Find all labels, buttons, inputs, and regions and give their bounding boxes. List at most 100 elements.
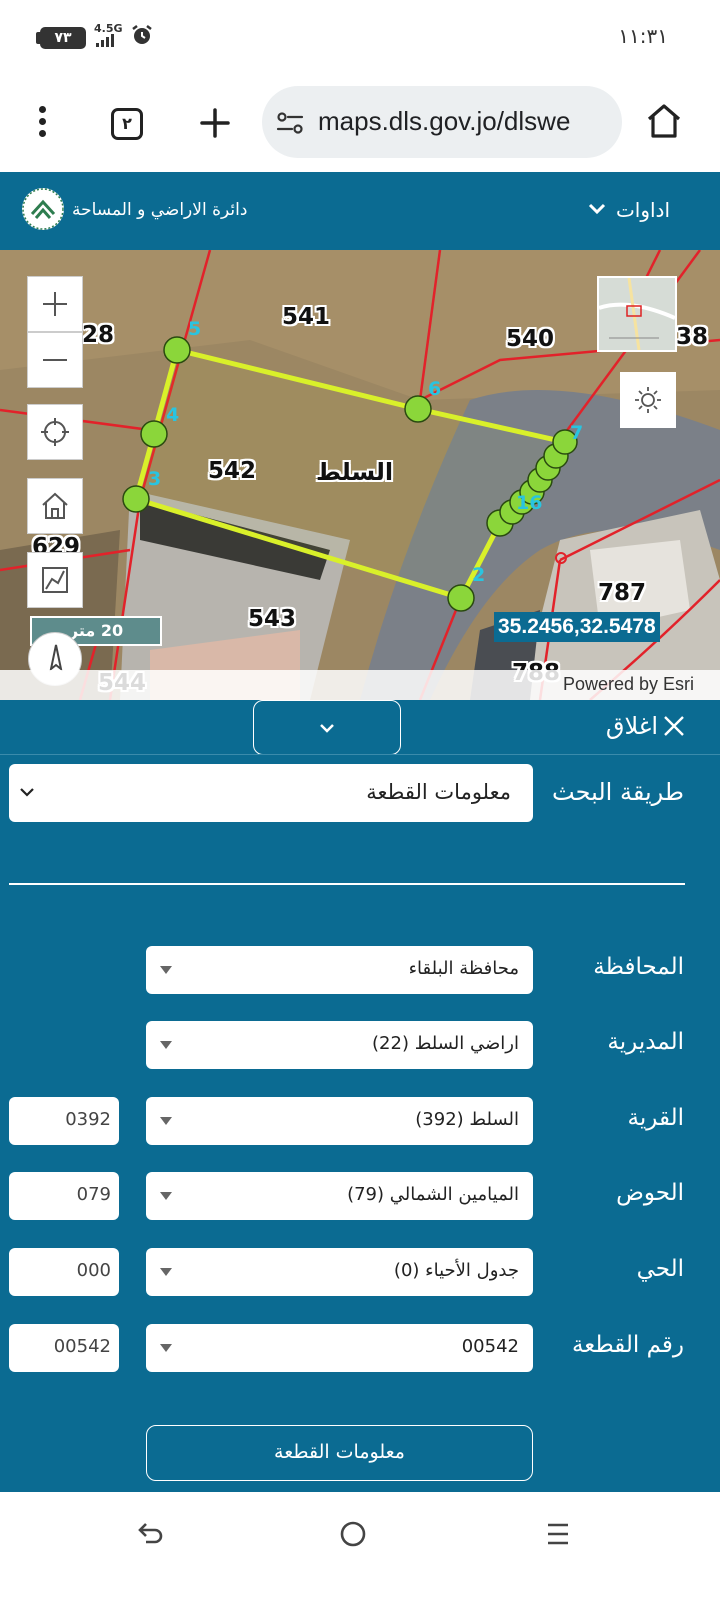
close-button[interactable]: اغلاق xyxy=(606,712,686,740)
vertex-label: 16 xyxy=(516,492,543,514)
basin-label: الحوض xyxy=(616,1180,684,1206)
sun-icon xyxy=(635,387,661,413)
dropdown-arrow-icon xyxy=(160,1192,172,1200)
status-bar: ٧٣ 4.5G ١١:٣١ xyxy=(0,0,720,72)
parcel-label: 787 xyxy=(598,580,647,606)
neighborhood-code-input[interactable]: 000 xyxy=(9,1248,119,1296)
measure-button[interactable] xyxy=(27,552,83,608)
parcel-number-label: رقم القطعة xyxy=(571,1332,684,1358)
parcel-number-value: 00542 xyxy=(461,1336,519,1357)
clock: ١١:٣١ xyxy=(618,24,668,48)
neighborhood-label: الحي xyxy=(636,1256,684,1282)
dls-logo xyxy=(22,188,64,230)
map-view[interactable]: 541 540 542 543 544 629 787 788 28 38 ال… xyxy=(0,250,720,700)
system-navigation-bar xyxy=(0,1492,720,1600)
basin-row: الحوض الميامين الشمالي (79) 079 xyxy=(0,1172,720,1222)
zoom-out-button[interactable] xyxy=(27,332,83,388)
tools-menu[interactable]: اداوات xyxy=(616,198,670,222)
parcel-label: 541 xyxy=(282,304,331,330)
coordinates-readout: 35.2456,32.5478 xyxy=(494,612,660,642)
village-row: القرية السلط (392) 0392 xyxy=(0,1097,720,1147)
vertex-label: 3 xyxy=(148,468,162,490)
chevron-down-icon[interactable] xyxy=(588,202,606,216)
parcel-label: 540 xyxy=(506,326,555,352)
collapse-panel-button[interactable] xyxy=(253,700,401,755)
esri-attribution: Powered by Esri xyxy=(562,674,694,694)
chevron-down-icon xyxy=(20,788,34,797)
parcel-label: 543 xyxy=(248,606,297,632)
parcel-label: 542 xyxy=(208,458,257,484)
home-icon xyxy=(42,492,68,519)
search-method-select[interactable]: معلومات القطعة xyxy=(9,764,533,822)
governorate-row: المحافظة محافظة البلقاء xyxy=(0,946,720,996)
basemap-toggle-button[interactable] xyxy=(620,372,676,428)
close-label: اغلاق xyxy=(605,712,658,740)
vertex-label: 4 xyxy=(166,404,180,426)
divider xyxy=(0,754,720,755)
site-settings-icon[interactable] xyxy=(276,110,304,136)
vertex-label: 7 xyxy=(570,422,584,444)
parcel-code-input[interactable]: 00542 xyxy=(9,1324,119,1372)
governorate-label: المحافظة xyxy=(593,954,684,980)
village-code-input[interactable]: 0392 xyxy=(9,1097,119,1145)
directorate-label: المديرية xyxy=(607,1029,684,1055)
parcel-code: 00542 xyxy=(53,1336,111,1357)
back-icon[interactable] xyxy=(136,1518,166,1548)
directorate-value: اراضي السلط (22) xyxy=(372,1033,519,1054)
address-bar[interactable]: maps.dls.gov.jo/dlswe xyxy=(262,86,622,158)
menu-dots-icon[interactable] xyxy=(30,106,54,142)
overview-thumbnail xyxy=(598,277,676,351)
home-extent-button[interactable] xyxy=(27,478,83,534)
home-circle-icon[interactable] xyxy=(339,1520,367,1548)
basin-code-input[interactable]: 079 xyxy=(9,1172,119,1220)
overview-map[interactable] xyxy=(597,276,677,352)
alarm-icon xyxy=(132,25,152,44)
dropdown-arrow-icon xyxy=(160,1117,172,1125)
plus-icon xyxy=(43,292,67,316)
town-label: السلط xyxy=(316,458,394,486)
governorate-select[interactable]: محافظة البلقاء xyxy=(146,946,533,994)
chevron-down-icon xyxy=(320,724,334,733)
locate-icon xyxy=(41,418,69,446)
parcel-info-button[interactable]: معلومات القطعة xyxy=(146,1425,533,1481)
dropdown-arrow-icon xyxy=(160,1041,172,1049)
divider xyxy=(9,883,685,885)
neighborhood-code: 000 xyxy=(76,1260,111,1281)
minus-icon xyxy=(43,359,67,361)
basin-value: الميامين الشمالي (79) xyxy=(347,1184,519,1205)
measure-icon xyxy=(42,567,68,593)
vertex-label: 6 xyxy=(428,378,442,400)
village-select[interactable]: السلط (392) xyxy=(146,1097,533,1145)
search-panel: اغلاق طريقة البحث معلومات القطعة المحافظ… xyxy=(0,700,720,1492)
recent-apps-icon[interactable] xyxy=(545,1520,571,1548)
basin-select[interactable]: الميامين الشمالي (79) xyxy=(146,1172,533,1220)
tabs-button[interactable]: ٢ xyxy=(111,108,143,140)
battery-level: ٧٣ xyxy=(40,27,86,49)
vertex-label: 2 xyxy=(472,564,486,586)
parcel-row: رقم القطعة 00542 00542 xyxy=(0,1324,720,1374)
dropdown-arrow-icon xyxy=(160,1344,172,1352)
village-label: القرية xyxy=(627,1105,684,1131)
attribution-bar: Powered by Esri xyxy=(0,670,720,700)
plus-icon[interactable] xyxy=(198,106,232,140)
locate-button[interactable] xyxy=(27,404,83,460)
vertex-label: 5 xyxy=(188,318,202,340)
village-code: 0392 xyxy=(65,1109,111,1130)
neighborhood-select[interactable]: جدول الأحياء (0) xyxy=(146,1248,533,1296)
url-text: maps.dls.gov.jo/dlswe xyxy=(318,106,571,136)
signal-icon xyxy=(96,33,114,47)
site-title: دائرة الاراضي و المساحة xyxy=(72,200,248,220)
dropdown-arrow-icon xyxy=(160,966,172,974)
close-icon xyxy=(664,716,684,736)
home-icon[interactable] xyxy=(646,102,682,140)
directorate-select[interactable]: اراضي السلط (22) xyxy=(146,1021,533,1069)
parcel-number-select[interactable]: 00542 xyxy=(146,1324,533,1372)
basin-code: 079 xyxy=(76,1184,111,1205)
search-method-label: طريقة البحث xyxy=(552,778,684,806)
zoom-in-button[interactable] xyxy=(27,276,83,332)
dropdown-arrow-icon xyxy=(160,1268,172,1276)
site-header: دائرة الاراضي و المساحة اداوات xyxy=(0,172,720,250)
neighborhood-row: الحي جدول الأحياء (0) 000 xyxy=(0,1248,720,1298)
directorate-row: المديرية اراضي السلط (22) xyxy=(0,1021,720,1071)
neighborhood-value: جدول الأحياء (0) xyxy=(393,1260,519,1281)
